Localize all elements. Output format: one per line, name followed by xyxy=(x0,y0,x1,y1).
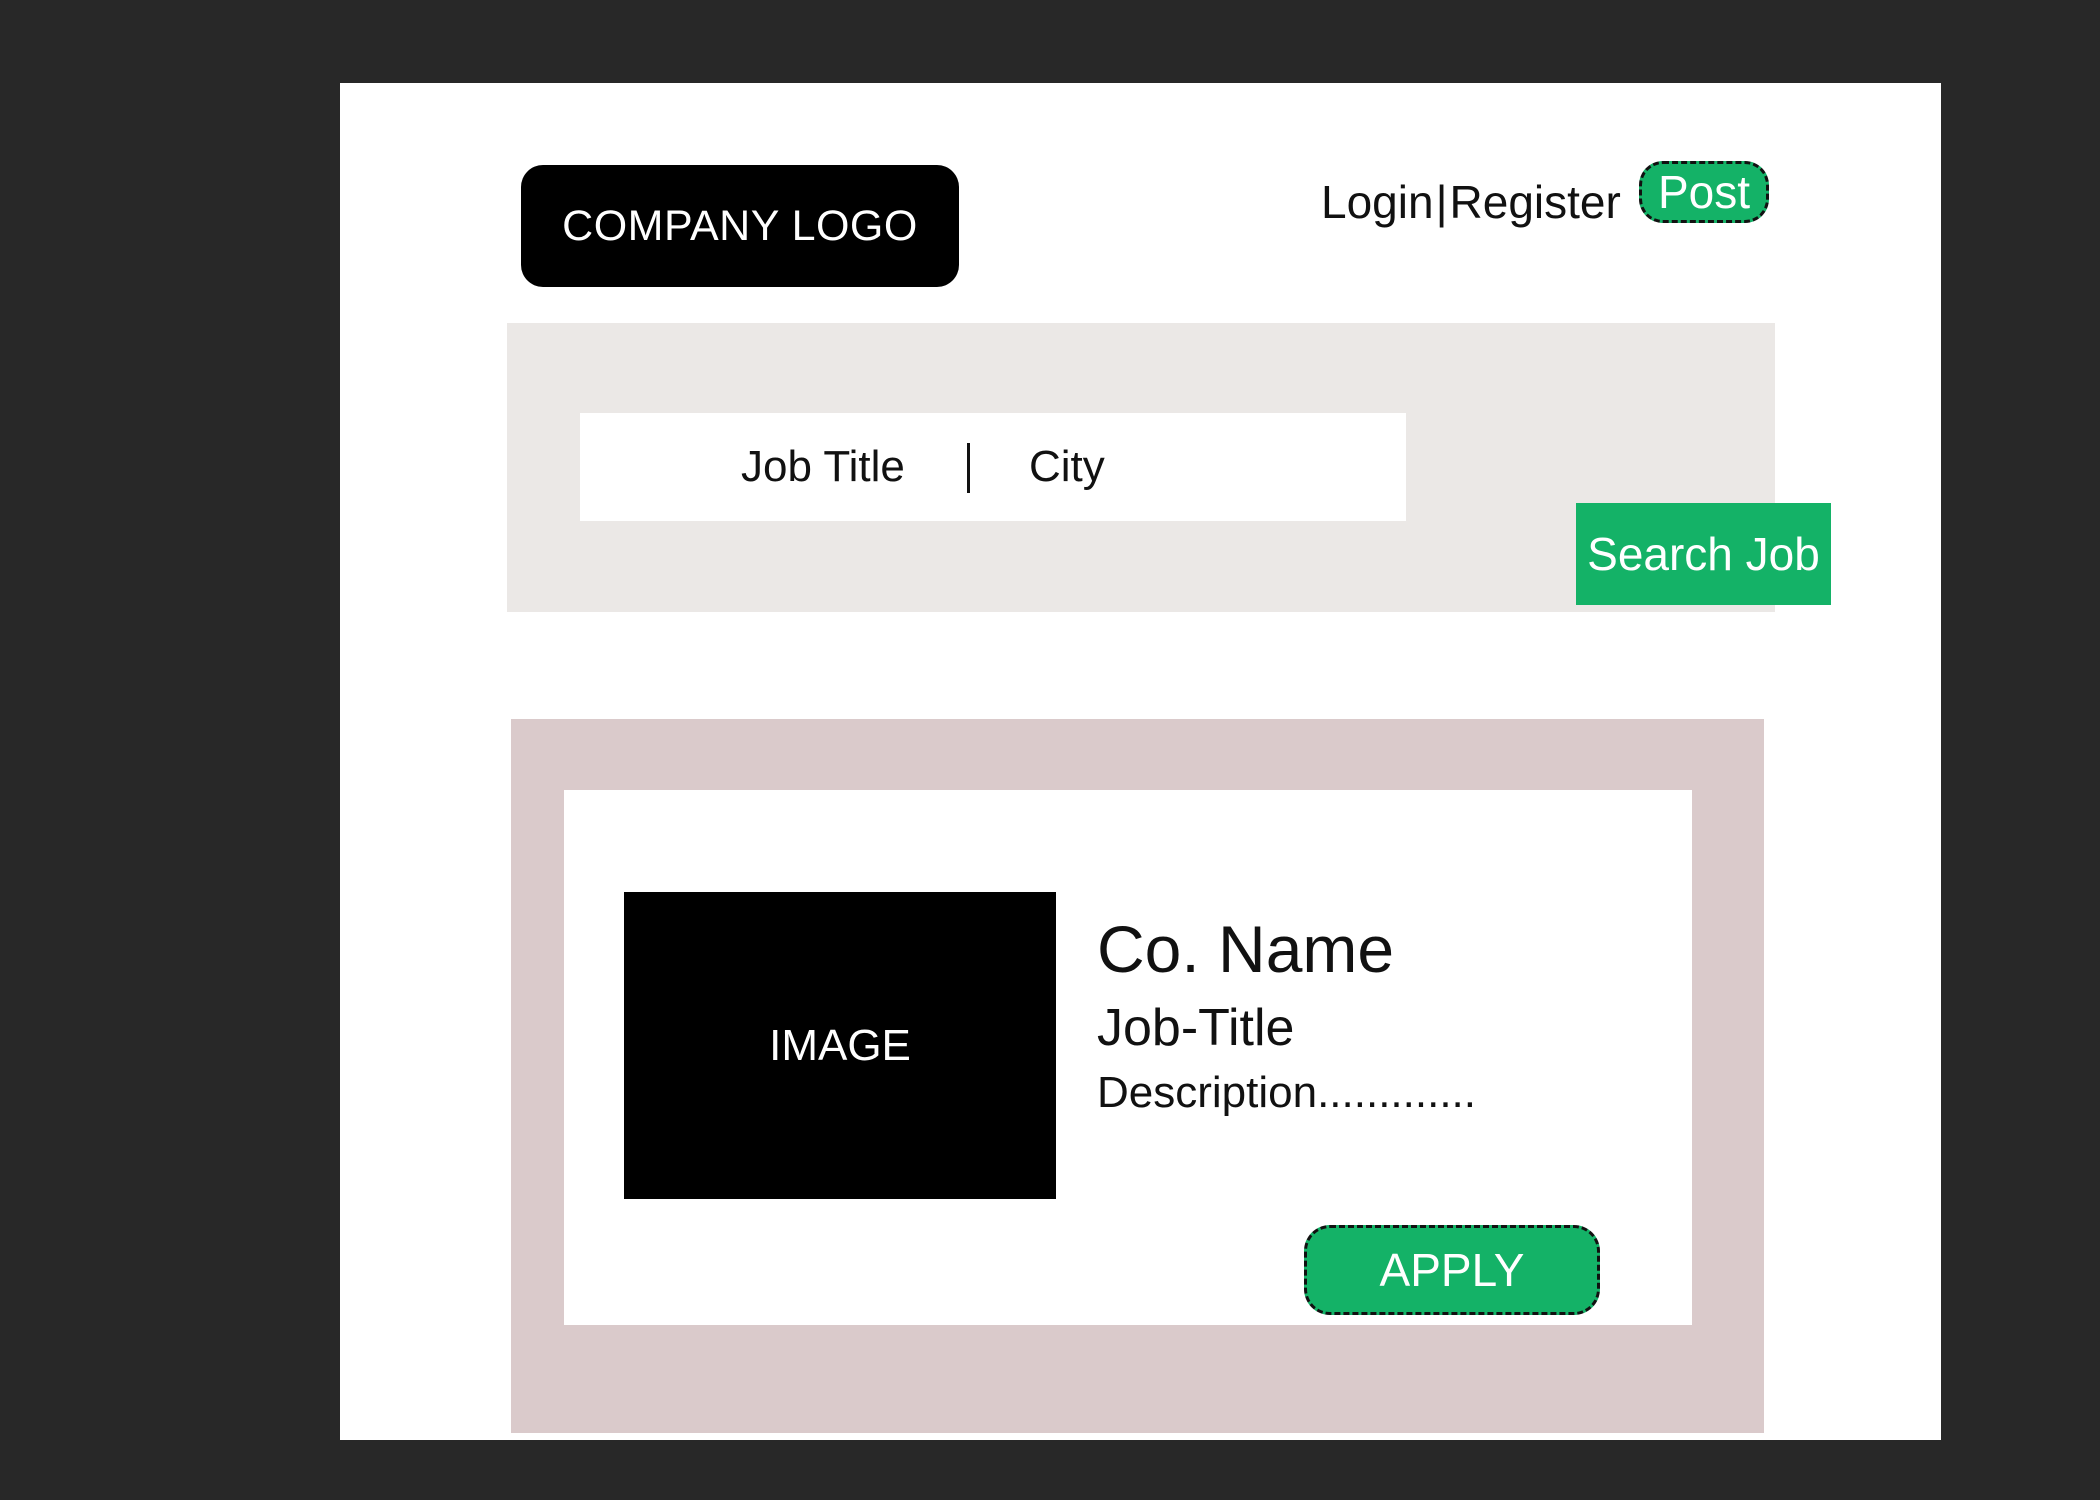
register-link[interactable]: Register xyxy=(1450,175,1621,229)
search-bar: Job Title City xyxy=(580,413,1406,521)
job-title: Job-Title xyxy=(1097,999,1295,1057)
job-title-field[interactable]: Job Title xyxy=(741,413,905,521)
company-logo-text: COMPANY LOGO xyxy=(562,201,918,250)
job-description: Description............. xyxy=(1097,1068,1477,1117)
city-placeholder: City xyxy=(1029,442,1105,491)
auth-separator: | xyxy=(1435,176,1448,228)
page-canvas: COMPANY LOGO Login | Register Post Job T… xyxy=(340,83,1941,1440)
login-link[interactable]: Login xyxy=(1321,175,1434,229)
company-name: Co. Name xyxy=(1097,912,1395,986)
search-job-button-label: Search Job xyxy=(1587,528,1820,580)
post-button-label: Post xyxy=(1657,166,1751,218)
job-image: IMAGE xyxy=(624,892,1056,1199)
job-title-placeholder: Job Title xyxy=(741,442,905,491)
job-image-label: IMAGE xyxy=(769,1020,911,1070)
apply-button[interactable]: APPLY xyxy=(1304,1225,1600,1315)
auth-links: Login | Register xyxy=(1321,167,1621,237)
post-button[interactable]: Post xyxy=(1639,161,1769,223)
search-field-divider xyxy=(967,443,970,493)
company-logo[interactable]: COMPANY LOGO xyxy=(521,165,959,287)
job-listing-panel: IMAGE Co. Name Job-Title Description....… xyxy=(511,719,1764,1433)
job-card: IMAGE Co. Name Job-Title Description....… xyxy=(564,790,1692,1325)
city-field[interactable]: City xyxy=(1029,413,1105,521)
search-job-button[interactable]: Search Job xyxy=(1576,503,1831,605)
apply-button-label: APPLY xyxy=(1379,1244,1525,1296)
